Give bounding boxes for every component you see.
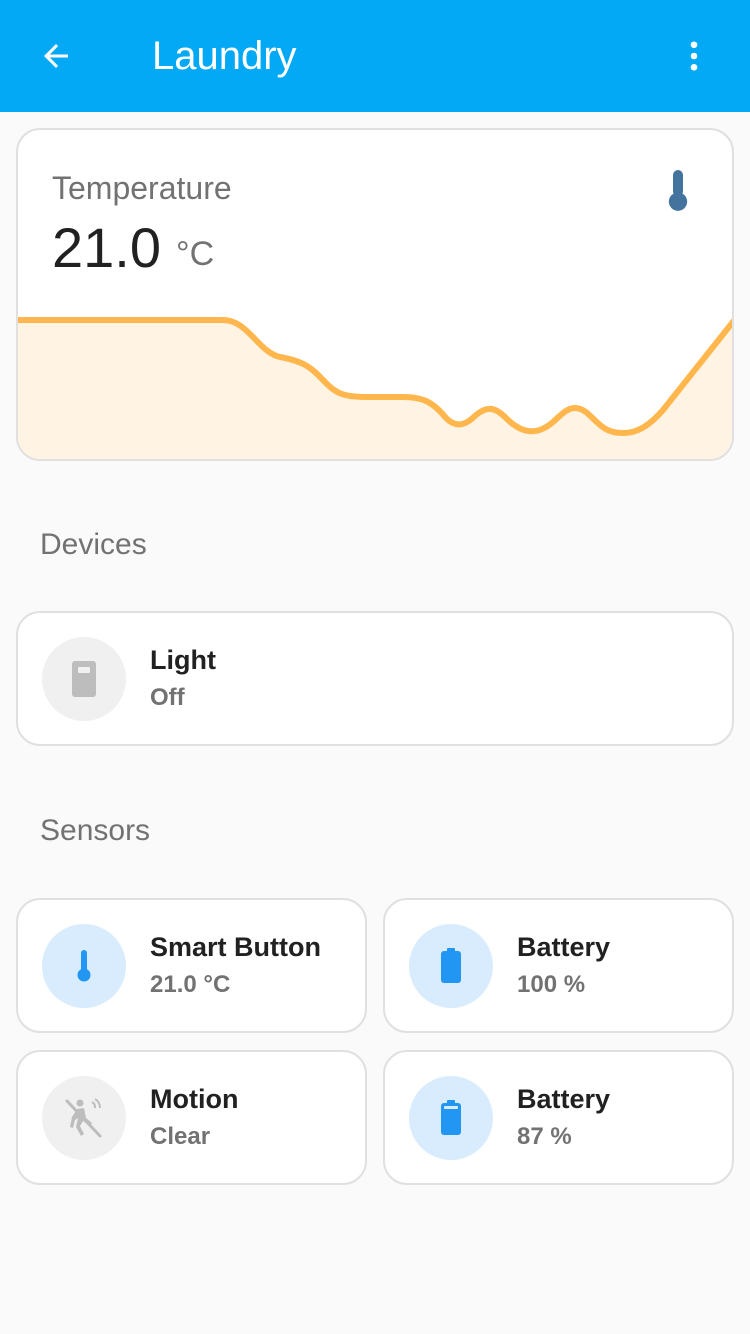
battery-full-icon [441, 948, 461, 983]
temperature-graph-fill [18, 320, 732, 459]
page-title: Laundry [152, 34, 297, 78]
tile-state: Off [150, 684, 185, 711]
motion-sensor-off-icon [65, 1098, 102, 1138]
tile-icon-badge [42, 924, 126, 1008]
tile-name: Light [150, 645, 216, 675]
tile-state: 87 % [517, 1123, 572, 1150]
tile-icon-badge [409, 924, 493, 1008]
dots-vertical-icon [690, 41, 698, 71]
thermometer-icon [668, 170, 688, 211]
sensor-tile-battery-1[interactable]: Battery 100 % [383, 898, 734, 1033]
tile-name: Motion [150, 1084, 239, 1114]
app-bar: Laundry [0, 0, 750, 112]
tile-name: Smart Button [150, 932, 321, 962]
devices-section-title: Devices [40, 528, 147, 561]
sensor-tile-battery-2[interactable]: Battery 87 % [383, 1050, 734, 1185]
arrow-left-icon [44, 44, 68, 68]
temperature-history-graph [18, 317, 732, 459]
light-switch-icon [72, 661, 96, 697]
overflow-menu-button[interactable] [670, 32, 718, 80]
tile-icon-badge [409, 1076, 493, 1160]
tile-name: Battery [517, 932, 611, 962]
sensor-card-unit: °C [176, 235, 215, 273]
battery-high-icon [441, 1100, 461, 1135]
sensors-section-title: Sensors [40, 814, 151, 847]
tile-name: Battery [517, 1084, 611, 1114]
sensor-card-value: 21.0 [52, 216, 161, 279]
sensor-tile-smart-button[interactable]: Smart Button 21.0 °C [16, 898, 367, 1033]
thermometer-icon [77, 950, 91, 982]
tile-icon-badge [42, 637, 126, 721]
tile-state: 100 % [517, 971, 586, 998]
temperature-sensor-card[interactable]: Temperature 21.0 °C [16, 128, 734, 461]
device-tile-light[interactable]: Light Off [16, 611, 734, 746]
sensor-tile-motion[interactable]: Motion Clear [16, 1050, 367, 1185]
tile-state: Clear [150, 1123, 211, 1150]
back-button[interactable] [32, 32, 80, 80]
sensor-card-name: Temperature [52, 170, 232, 206]
tile-icon-badge [42, 1076, 126, 1160]
tile-state: 21.0 °C [150, 971, 231, 998]
